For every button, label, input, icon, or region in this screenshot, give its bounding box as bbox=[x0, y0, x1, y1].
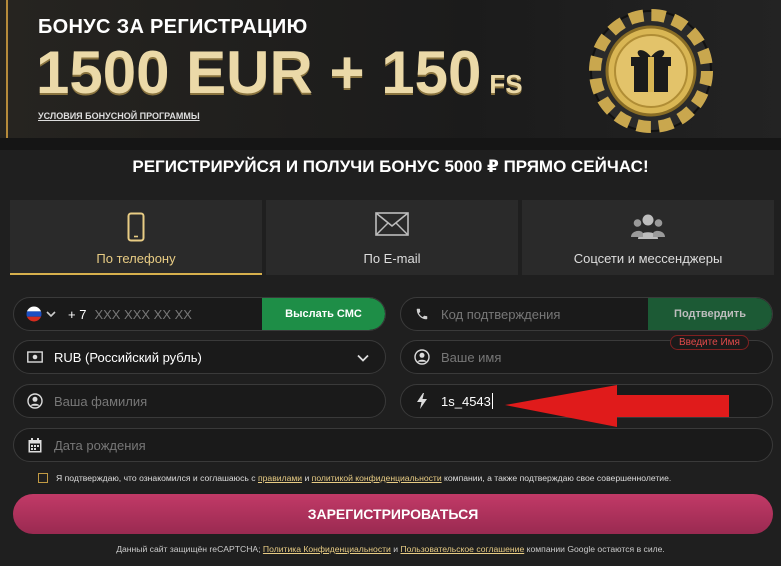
banner-divider bbox=[0, 138, 781, 150]
phone-field: + 7 XXX XXX XX XX Выслать СМС bbox=[13, 297, 386, 331]
phone-input[interactable]: XXX XXX XX XX bbox=[94, 307, 192, 322]
agree-prefix: Я подтверждаю, что ознакомился и соглаша… bbox=[56, 473, 256, 483]
last-name-field[interactable]: Ваша фамилия bbox=[13, 384, 386, 418]
tab-email-label: По E-mail bbox=[363, 251, 421, 266]
tab-social-label: Соцсети и мессенджеры bbox=[573, 251, 723, 266]
last-name-input[interactable]: Ваша фамилия bbox=[54, 394, 147, 409]
agree-and: и bbox=[304, 473, 310, 483]
bonus-banner: БОНУС ЗА РЕГИСТРАЦИЮ 1500 EUR + 150 FS УС… bbox=[0, 0, 781, 138]
first-name-input[interactable]: Ваше имя bbox=[441, 350, 501, 365]
phone-prefix: + 7 bbox=[68, 306, 87, 322]
casino-chip-gift-icon bbox=[589, 9, 713, 133]
calendar-icon bbox=[26, 436, 44, 454]
privacy-policy-link[interactable]: политикой конфиденциальности bbox=[312, 473, 442, 483]
name-error-tooltip: Введите Имя bbox=[670, 335, 749, 350]
tab-phone[interactable]: По телефону bbox=[10, 200, 262, 275]
user-icon bbox=[413, 348, 431, 366]
google-terms-link[interactable]: Пользовательское соглашение bbox=[400, 544, 524, 554]
currency-value: RUB (Российский рубль) bbox=[54, 349, 202, 365]
confirmation-code-input[interactable]: Код подтверждения bbox=[441, 307, 560, 322]
confirmation-code-field: Код подтверждения Подтвердить bbox=[400, 297, 773, 331]
banner-amount: 1500 EUR + 150 FS bbox=[36, 38, 523, 107]
register-button[interactable]: ЗАРЕГИСТРИРОВАТЬСЯ bbox=[13, 494, 773, 534]
terms-agreement: Я подтверждаю, что ознакомился и соглаша… bbox=[38, 473, 778, 483]
page-headline: РЕГИСТРИРУЙСЯ И ПОЛУЧИ БОНУС 5000 ₽ ПРЯМ… bbox=[132, 157, 649, 176]
banner-amount-suffix: FS bbox=[489, 69, 523, 99]
russia-flag-icon bbox=[26, 306, 42, 322]
tab-email[interactable]: По E-mail bbox=[266, 200, 518, 275]
rules-link[interactable]: правилами bbox=[258, 473, 302, 483]
recaptcha-suffix: компании Google остаются в силе. bbox=[526, 544, 665, 554]
users-icon bbox=[631, 214, 665, 239]
banner-amount-value: 1500 EUR + 150 bbox=[36, 39, 482, 106]
recaptcha-notice: Данный сайт защищён reCAPTCHA; Политика … bbox=[0, 544, 781, 554]
chevron-down-icon bbox=[46, 311, 56, 318]
banner-title: БОНУС ЗА РЕГИСТРАЦИЮ bbox=[38, 16, 308, 38]
tab-social[interactable]: Соцсети и мессенджеры bbox=[522, 200, 774, 275]
phone-handset-icon bbox=[413, 305, 431, 323]
tab-phone-label: По телефону bbox=[96, 251, 176, 266]
agree-suffix: компании, а также подтверждаю свое совер… bbox=[444, 473, 672, 483]
recaptcha-and: и bbox=[393, 544, 399, 554]
user-icon bbox=[26, 392, 44, 410]
banner-edge-line bbox=[6, 0, 8, 138]
currency-select[interactable]: RUB (Российский рубль) bbox=[13, 340, 386, 374]
google-privacy-link[interactable]: Политика Конфиденциальности bbox=[263, 544, 391, 554]
phone-icon bbox=[127, 212, 145, 242]
send-sms-button[interactable]: Выслать СМС bbox=[262, 298, 385, 330]
country-selector[interactable] bbox=[26, 306, 56, 322]
confirm-button[interactable]: Подтвердить bbox=[648, 298, 772, 330]
banknote-icon bbox=[26, 348, 44, 366]
birthdate-field[interactable]: Дата рождения bbox=[13, 428, 773, 462]
text-cursor bbox=[491, 393, 493, 409]
birthdate-input[interactable]: Дата рождения bbox=[54, 438, 146, 453]
envelope-icon bbox=[375, 212, 409, 236]
chevron-down-icon bbox=[357, 354, 369, 362]
lightning-icon bbox=[413, 392, 431, 410]
agree-checkbox[interactable] bbox=[38, 473, 48, 483]
promo-code-input[interactable]: 1s_4543 bbox=[441, 394, 491, 409]
recaptcha-prefix: Данный сайт защищён reCAPTCHA; bbox=[116, 544, 261, 554]
red-arrow-annotation bbox=[505, 385, 729, 427]
registration-tabs: По телефону По E-mail Соцсети и мессендж… bbox=[10, 200, 774, 275]
bonus-terms-link[interactable]: УСЛОВИЯ БОНУСНОЙ ПРОГРАММЫ bbox=[38, 111, 200, 121]
